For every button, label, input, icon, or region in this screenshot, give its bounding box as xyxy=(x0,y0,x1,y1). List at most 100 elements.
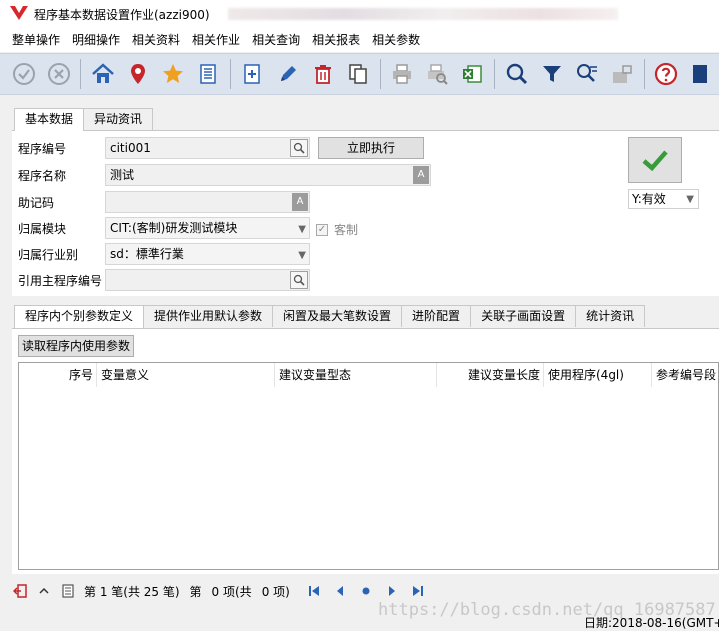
title-blurred-area xyxy=(227,8,618,20)
tab-subscreen-settings[interactable]: 关联子画面设置 xyxy=(470,305,577,327)
export-excel-icon[interactable] xyxy=(455,56,490,92)
checkmark-icon xyxy=(642,150,668,172)
tab-advanced-config[interactable]: 进阶配置 xyxy=(401,305,472,327)
chevron-down-icon: ▼ xyxy=(298,250,306,261)
next-record-icon[interactable] xyxy=(384,583,400,599)
basic-data-panel: 程序编号 citi001 立即执行 程序名称 测试 A 助记码 A 归属模块 C… xyxy=(12,130,719,296)
menu-related-reports[interactable]: 相关报表 xyxy=(306,28,366,52)
custom-checkbox[interactable]: ✓ 客制 xyxy=(316,221,358,238)
module-value: CIT:(客制)研发测试模块 xyxy=(110,221,238,235)
exit-door-icon[interactable] xyxy=(12,583,28,599)
search-icon[interactable] xyxy=(499,56,534,92)
tab-idle-max-records[interactable]: 闲置及最大笔数设置 xyxy=(272,305,403,327)
confirm-button[interactable] xyxy=(628,137,682,183)
print-preview-icon[interactable] xyxy=(420,56,455,92)
column-header[interactable]: 建议变量长度 xyxy=(437,363,544,387)
status-select[interactable]: Y:有效 ▼ xyxy=(628,189,699,209)
program-name-label: 程序名称 xyxy=(18,169,67,183)
print-icon[interactable] xyxy=(385,56,420,92)
tab-basic-data[interactable]: 基本数据 xyxy=(14,108,85,131)
chevron-down-icon: ▼ xyxy=(298,224,306,235)
main-program-label: 引用主程序编号 xyxy=(18,274,103,288)
window-title: 程序基本数据设置作业(azzi900) xyxy=(34,7,210,22)
status-bar: 第 1 笔(共 25 笔) 第 0 项(共 0 项) xyxy=(12,580,719,602)
toolbar-separator xyxy=(229,59,231,89)
last-record-icon[interactable] xyxy=(410,583,426,599)
edit-pencil-icon[interactable] xyxy=(270,56,305,92)
column-header[interactable]: 建议变量型态 xyxy=(275,363,437,387)
multilang-icon[interactable]: A xyxy=(413,166,429,184)
add-document-icon[interactable] xyxy=(235,56,270,92)
tab-change-info[interactable]: 异动资讯 xyxy=(83,108,154,130)
industry-label: 归属行业别 xyxy=(18,248,79,262)
column-header[interactable]: 序号 xyxy=(19,363,97,387)
menu-related-params[interactable]: 相关参数 xyxy=(366,28,426,52)
search-icon[interactable] xyxy=(290,271,308,289)
home-icon[interactable] xyxy=(85,56,120,92)
filter-icon[interactable] xyxy=(534,56,569,92)
grid-header: 序号 变量意义 建议变量型态 建议变量长度 使用程序(4gl) 参考编号段 xyxy=(19,363,719,387)
program-params-panel: 读取程序内使用参数 序号 变量意义 建议变量型态 建议变量长度 使用程序(4gl… xyxy=(12,328,719,574)
multilang-icon[interactable]: A xyxy=(292,193,308,211)
toolbar-separator xyxy=(493,59,495,89)
search-icon[interactable] xyxy=(290,139,308,157)
advanced-search-icon[interactable] xyxy=(569,56,604,92)
program-name-field[interactable]: 测试 A xyxy=(105,164,431,186)
tab-statistics[interactable]: 统计资讯 xyxy=(575,305,646,327)
menu-document-ops[interactable]: 整单操作 xyxy=(6,28,66,52)
favorite-star-icon[interactable] xyxy=(156,56,191,92)
location-pin-icon[interactable] xyxy=(120,56,155,92)
checkbox-checked-icon: ✓ xyxy=(316,223,328,236)
record-count-text: 第 1 笔(共 25 笔) xyxy=(84,584,180,599)
toolbar xyxy=(0,53,719,95)
item-prefix-text: 第 xyxy=(189,584,202,599)
previous-record-icon[interactable] xyxy=(332,583,348,599)
column-header[interactable]: 变量意义 xyxy=(97,363,275,387)
main-program-field[interactable] xyxy=(105,269,310,291)
program-no-label: 程序编号 xyxy=(18,142,67,156)
menu-related-queries[interactable]: 相关查询 xyxy=(246,28,306,52)
module-select[interactable]: CIT:(客制)研发测试模块 ▼ xyxy=(105,217,310,239)
program-name-value: 测试 xyxy=(110,168,135,182)
column-header[interactable]: 参考编号段 xyxy=(652,363,719,387)
program-no-value: citi001 xyxy=(110,141,151,155)
toolbar-separator xyxy=(379,59,381,89)
item-total-text: 0 项) xyxy=(261,584,290,599)
cancel-icon[interactable] xyxy=(41,56,76,92)
copy-icon[interactable] xyxy=(340,56,375,92)
params-grid[interactable]: 序号 变量意义 建议变量型态 建议变量长度 使用程序(4gl) 参考编号段 xyxy=(18,362,719,570)
program-no-field[interactable]: citi001 xyxy=(105,137,310,159)
lock-record-icon[interactable] xyxy=(604,56,639,92)
toolbar-separator xyxy=(80,59,82,89)
chevron-down-icon: ▼ xyxy=(686,194,694,205)
tab-program-params[interactable]: 程序内个别参数定义 xyxy=(14,305,145,328)
first-record-icon[interactable] xyxy=(306,583,322,599)
menu-bar: 整单操作 明细操作 相关资料 相关作业 相关查询 相关报表 相关参数 xyxy=(0,28,719,52)
module-label: 归属模块 xyxy=(18,222,67,236)
date-text: 日期:2018-08-16(GMT+ xyxy=(584,616,719,630)
mnemonic-field[interactable]: A xyxy=(105,191,310,213)
item-count-text: 0 项(共 xyxy=(211,584,252,599)
custom-label: 客制 xyxy=(334,223,359,237)
upper-tab-bar: 基本数据 异动资讯 xyxy=(14,108,154,131)
column-header[interactable]: 使用程序(4gl) xyxy=(544,363,652,387)
menu-related-data[interactable]: 相关资料 xyxy=(126,28,186,52)
chevron-up-icon[interactable] xyxy=(36,583,52,599)
status-value: Y:有效 xyxy=(632,192,666,206)
delete-trash-icon[interactable] xyxy=(305,56,340,92)
menu-related-jobs[interactable]: 相关作业 xyxy=(186,28,246,52)
list-icon[interactable] xyxy=(191,56,226,92)
read-params-button[interactable]: 读取程序内使用参数 xyxy=(18,335,135,357)
execute-now-button[interactable]: 立即执行 xyxy=(318,137,424,159)
confirm-icon[interactable] xyxy=(6,56,41,92)
industry-select[interactable]: sd：標準行業 ▼ xyxy=(105,243,310,265)
current-record-icon[interactable] xyxy=(358,583,374,599)
exit-icon[interactable] xyxy=(684,56,719,92)
record-list-icon[interactable] xyxy=(60,583,76,599)
toolbar-separator xyxy=(643,59,645,89)
industry-value: sd：標準行業 xyxy=(110,247,184,261)
help-icon[interactable] xyxy=(649,56,684,92)
menu-detail-ops[interactable]: 明细操作 xyxy=(66,28,126,52)
title-bar: 程序基本数据设置作业(azzi900) xyxy=(0,0,719,28)
tab-default-params[interactable]: 提供作业用默认参数 xyxy=(143,305,274,327)
